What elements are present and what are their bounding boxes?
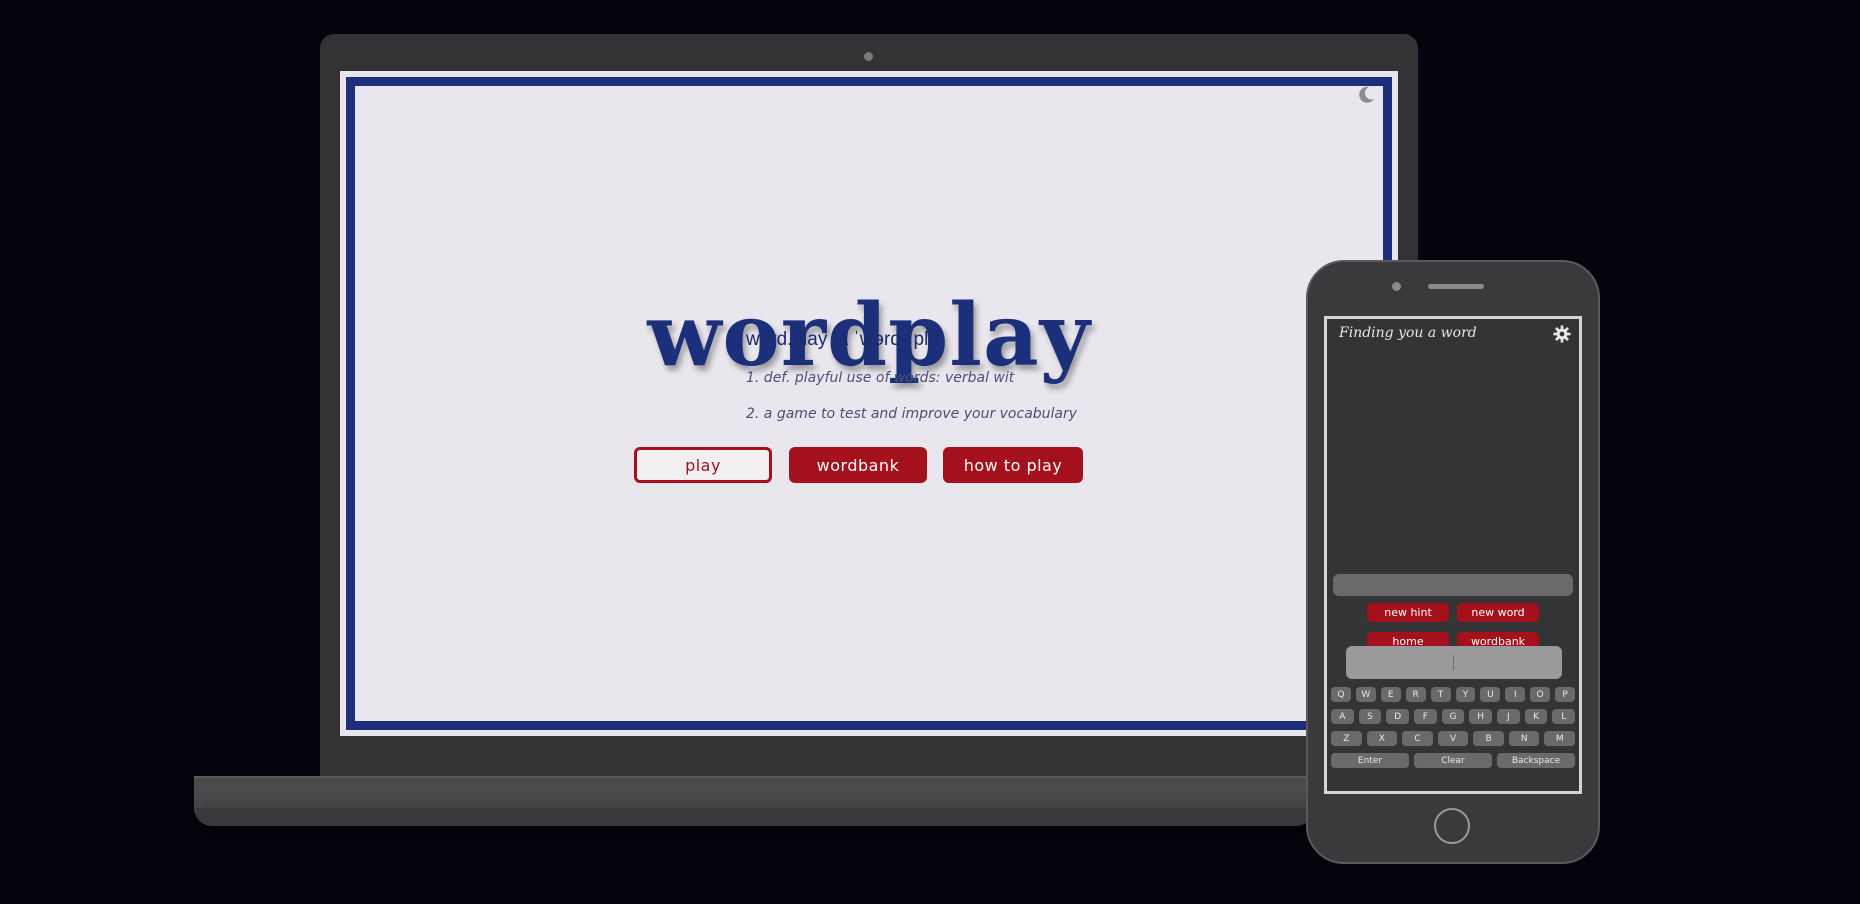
definition-1: 1. def. playful use of words: verbal wit <box>746 370 1015 386</box>
key-x[interactable]: X <box>1366 731 1398 746</box>
keyboard-row-3: Z X C V B N M <box>1331 731 1576 746</box>
key-j[interactable]: J <box>1497 709 1520 724</box>
key-s[interactable]: S <box>1358 709 1382 724</box>
key-g[interactable]: G <box>1441 709 1465 724</box>
keyboard-row-4: Enter Clear Backspace <box>1331 753 1575 768</box>
key-e[interactable]: E <box>1380 687 1401 702</box>
definition-2: 2. a game to test and improve your vocab… <box>746 406 1078 422</box>
key-d[interactable]: D <box>1386 709 1410 724</box>
answer-input[interactable] <box>1346 646 1562 679</box>
text-caret <box>1453 655 1454 670</box>
keyboard-row-2: A S D F G H J K L <box>1331 709 1576 724</box>
laptop-screen: wordplay word.play | \ ˈwərd-ˌplā 1. def… <box>340 71 1398 736</box>
key-z[interactable]: Z <box>1331 731 1362 746</box>
key-enter[interactable]: Enter <box>1331 753 1409 768</box>
key-q[interactable]: Q <box>1331 687 1351 702</box>
key-t[interactable]: T <box>1430 687 1451 702</box>
wordbank-button[interactable]: wordbank <box>789 447 927 483</box>
keyboard-row-1: Q W E R T Y U I O P <box>1331 687 1576 702</box>
key-y[interactable]: Y <box>1455 687 1476 702</box>
phone-device: Finding you a word new hint new word hom… <box>1306 260 1600 864</box>
phone-speaker <box>1428 284 1484 289</box>
play-button[interactable]: play <box>634 447 772 483</box>
moon-icon[interactable] <box>1356 85 1376 105</box>
gear-icon[interactable] <box>1553 325 1571 343</box>
key-k[interactable]: K <box>1524 709 1548 724</box>
new-word-button[interactable]: new word <box>1457 603 1539 622</box>
new-hint-button[interactable]: new hint <box>1367 603 1449 622</box>
key-o[interactable]: O <box>1530 687 1551 702</box>
key-c[interactable]: C <box>1402 731 1433 746</box>
key-m[interactable]: M <box>1544 731 1576 746</box>
key-n[interactable]: N <box>1508 731 1540 746</box>
key-w[interactable]: W <box>1355 687 1376 702</box>
hint-display-field <box>1333 574 1573 596</box>
key-u[interactable]: U <box>1480 687 1501 702</box>
key-clear[interactable]: Clear <box>1414 753 1492 768</box>
page-border-frame <box>346 77 1392 730</box>
phone-status-title: Finding you a word <box>1339 325 1477 341</box>
phone-home-button[interactable] <box>1434 808 1470 844</box>
key-f[interactable]: F <box>1414 709 1437 724</box>
key-r[interactable]: R <box>1405 687 1426 702</box>
key-b[interactable]: B <box>1473 731 1504 746</box>
key-v[interactable]: V <box>1437 731 1469 746</box>
key-h[interactable]: H <box>1469 709 1493 724</box>
pronunciation: word.play | \ ˈwərd-ˌplā <box>746 329 939 350</box>
device-mockup-scene: wordplay word.play | \ ˈwərd-ˌplā 1. def… <box>0 0 1860 904</box>
key-p[interactable]: P <box>1555 687 1576 702</box>
key-i[interactable]: I <box>1505 687 1526 702</box>
phone-camera <box>1392 282 1401 291</box>
key-a[interactable]: A <box>1331 709 1354 724</box>
laptop-camera <box>864 52 873 61</box>
key-l[interactable]: L <box>1552 709 1576 724</box>
laptop-base <box>194 776 1314 812</box>
key-backspace[interactable]: Backspace <box>1497 753 1575 768</box>
phone-screen: Finding you a word new hint new word hom… <box>1324 316 1582 794</box>
laptop-base-edge <box>194 808 1314 826</box>
how-to-play-button[interactable]: how to play <box>943 447 1083 483</box>
